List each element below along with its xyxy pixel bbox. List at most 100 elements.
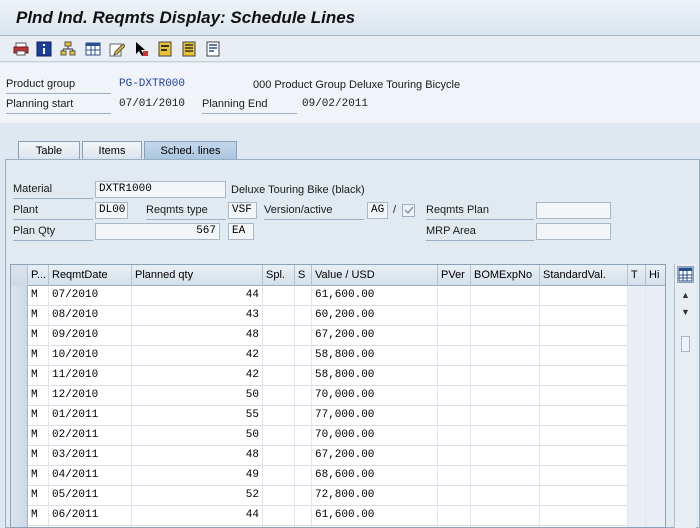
cell-empty[interactable] <box>628 486 646 506</box>
cell-empty[interactable] <box>540 386 628 406</box>
cell-empty[interactable] <box>263 446 295 466</box>
cell-empty[interactable] <box>263 426 295 446</box>
cell-empty[interactable] <box>471 406 540 426</box>
cell-empty[interactable] <box>263 286 295 306</box>
cell-planned-qty[interactable]: 50 <box>132 426 263 446</box>
cell-value[interactable]: 58,800.00 <box>312 346 438 366</box>
document-icon[interactable] <box>156 40 174 58</box>
cell-value[interactable]: 61,600.00 <box>312 506 438 526</box>
row-selector[interactable] <box>11 286 28 306</box>
cell-empty[interactable] <box>295 286 312 306</box>
table-row[interactable]: M 02/2011 50 70,000.00 <box>11 426 665 446</box>
cell-empty[interactable] <box>540 466 628 486</box>
scroll-thumb[interactable] <box>681 336 690 352</box>
cell-planned-qty[interactable]: 48 <box>132 326 263 346</box>
cell-empty[interactable] <box>646 286 665 306</box>
cell-planned-qty[interactable]: 44 <box>132 506 263 526</box>
row-selector[interactable] <box>11 426 28 446</box>
row-selector[interactable] <box>11 386 28 406</box>
col-header-bomexpno[interactable]: BOMExpNo <box>471 265 540 286</box>
cell-empty[interactable] <box>646 506 665 526</box>
cell-reqmtdate[interactable]: 05/2011 <box>49 486 132 506</box>
cell-reqmtdate[interactable]: 07/2010 <box>49 286 132 306</box>
row-selector[interactable] <box>11 306 28 326</box>
table-row[interactable]: M 05/2011 52 72,800.00 <box>11 486 665 506</box>
row-selector[interactable] <box>11 466 28 486</box>
cell-planned-qty[interactable]: 49 <box>132 466 263 486</box>
cell-empty[interactable] <box>628 386 646 406</box>
tab-sched-lines[interactable]: Sched. lines <box>144 141 237 160</box>
cell-empty[interactable] <box>438 306 471 326</box>
cell-empty[interactable] <box>646 426 665 446</box>
cell-empty[interactable] <box>646 406 665 426</box>
cell-p[interactable]: M <box>28 306 49 326</box>
col-header-p[interactable]: P... <box>28 265 49 286</box>
cell-empty[interactable] <box>263 326 295 346</box>
cell-value[interactable]: 58,800.00 <box>312 366 438 386</box>
scroll-up-icon[interactable]: ▲ <box>681 290 690 300</box>
table-row[interactable]: M 12/2010 50 70,000.00 <box>11 386 665 406</box>
cell-value[interactable]: 67,200.00 <box>312 326 438 346</box>
cell-empty[interactable] <box>438 406 471 426</box>
row-selector[interactable] <box>11 486 28 506</box>
cell-empty[interactable] <box>646 326 665 346</box>
cell-reqmtdate[interactable]: 10/2010 <box>49 346 132 366</box>
cell-empty[interactable] <box>295 486 312 506</box>
cell-empty[interactable] <box>438 386 471 406</box>
tab-items[interactable]: Items <box>82 141 142 160</box>
cell-value[interactable]: 77,000.00 <box>312 406 438 426</box>
cell-empty[interactable] <box>471 286 540 306</box>
table-row[interactable]: M 10/2010 42 58,800.00 <box>11 346 665 366</box>
document-lines-icon[interactable] <box>204 40 222 58</box>
cell-empty[interactable] <box>471 506 540 526</box>
cell-empty[interactable] <box>295 326 312 346</box>
cell-empty[interactable] <box>540 426 628 446</box>
cell-empty[interactable] <box>295 406 312 426</box>
cell-empty[interactable] <box>471 446 540 466</box>
hierarchy-icon[interactable] <box>59 40 77 58</box>
cell-empty[interactable] <box>540 286 628 306</box>
cell-planned-qty[interactable]: 44 <box>132 286 263 306</box>
cell-planned-qty[interactable]: 42 <box>132 346 263 366</box>
plan-qty-field[interactable]: 567 <box>95 223 220 240</box>
cell-empty[interactable] <box>263 346 295 366</box>
cell-empty[interactable] <box>628 326 646 346</box>
cell-empty[interactable] <box>540 486 628 506</box>
cell-reqmtdate[interactable]: 06/2011 <box>49 506 132 526</box>
table-row[interactable]: M 06/2011 44 61,600.00 <box>11 506 665 526</box>
row-selector[interactable] <box>11 446 28 466</box>
cell-p[interactable]: M <box>28 466 49 486</box>
cell-empty[interactable] <box>471 426 540 446</box>
cell-reqmtdate[interactable]: 01/2011 <box>49 406 132 426</box>
col-header-hi[interactable]: Hi <box>646 265 665 286</box>
cell-p[interactable]: M <box>28 326 49 346</box>
cell-empty[interactable] <box>263 486 295 506</box>
cell-p[interactable]: M <box>28 446 49 466</box>
select-all-header[interactable] <box>11 265 28 286</box>
table-icon[interactable] <box>84 40 102 58</box>
cell-empty[interactable] <box>628 286 646 306</box>
cell-empty[interactable] <box>646 386 665 406</box>
col-header-standardval[interactable]: StandardVal. <box>540 265 628 286</box>
cell-empty[interactable] <box>646 466 665 486</box>
cell-reqmtdate[interactable]: 02/2011 <box>49 426 132 446</box>
cell-value[interactable]: 67,200.00 <box>312 446 438 466</box>
cell-empty[interactable] <box>438 366 471 386</box>
cell-empty[interactable] <box>628 406 646 426</box>
cell-empty[interactable] <box>263 406 295 426</box>
scroll-down-icon[interactable]: ▼ <box>681 307 690 317</box>
cell-empty[interactable] <box>540 326 628 346</box>
cell-empty[interactable] <box>295 386 312 406</box>
cell-empty[interactable] <box>295 446 312 466</box>
cell-empty[interactable] <box>646 306 665 326</box>
cell-p[interactable]: M <box>28 386 49 406</box>
reqmts-plan-field[interactable] <box>536 202 611 219</box>
table-row[interactable]: M 04/2011 49 68,600.00 <box>11 466 665 486</box>
cell-p[interactable]: M <box>28 506 49 526</box>
cell-empty[interactable] <box>628 346 646 366</box>
cell-empty[interactable] <box>471 466 540 486</box>
cell-planned-qty[interactable]: 55 <box>132 406 263 426</box>
cell-empty[interactable] <box>263 506 295 526</box>
cell-empty[interactable] <box>628 446 646 466</box>
row-selector[interactable] <box>11 406 28 426</box>
